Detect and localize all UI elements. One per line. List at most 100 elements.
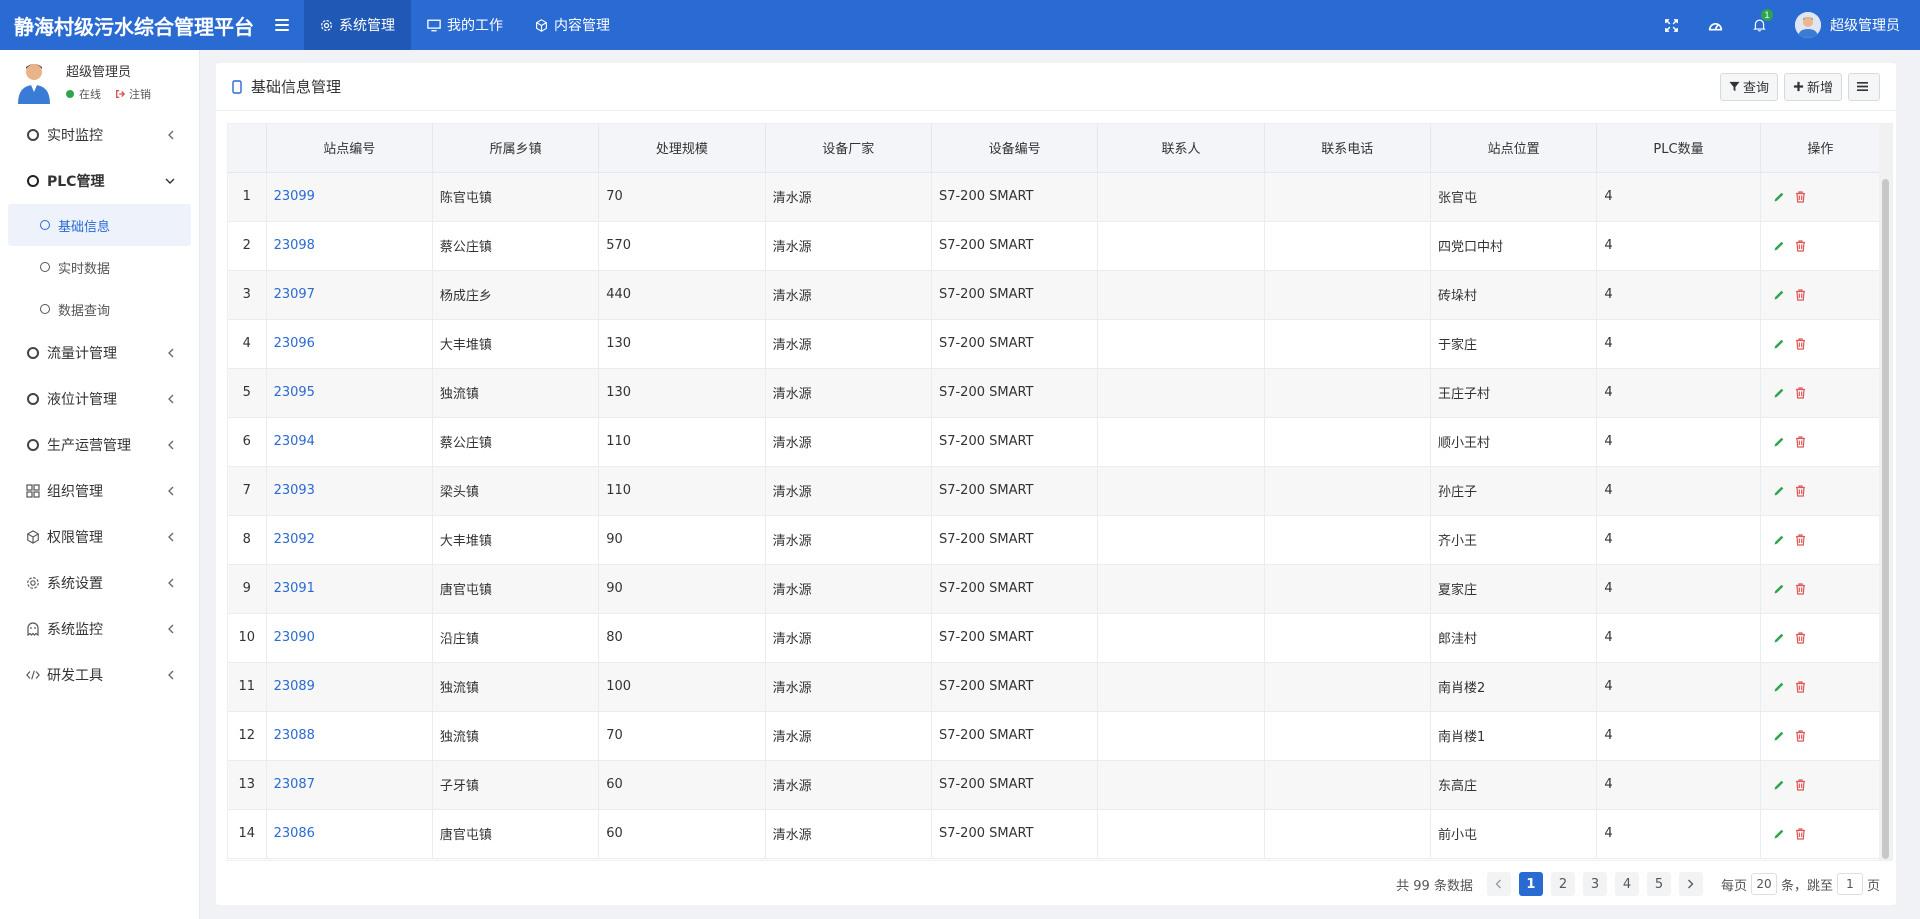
station-code-cell[interactable]: 23092 — [266, 515, 433, 565]
station-code-cell[interactable]: 23086 — [266, 809, 433, 859]
delete-icon[interactable] — [1793, 385, 1809, 401]
notification-button[interactable]: 1 — [1737, 0, 1781, 50]
page-button[interactable]: 4 — [1614, 872, 1639, 896]
sidebar-item-realtime-monitor[interactable]: 实时监控 — [0, 112, 199, 158]
edit-icon[interactable] — [1771, 336, 1787, 352]
columns-menu-button[interactable] — [1848, 72, 1880, 101]
station-code-cell[interactable]: 23096 — [266, 319, 433, 369]
delete-icon[interactable] — [1793, 826, 1809, 842]
delete-icon[interactable] — [1793, 287, 1809, 303]
table-row[interactable]: 6 23094 蔡公庄镇 110 清水源 S7-200 SMART 顺小王村 4 — [228, 417, 1882, 467]
sidebar-item-permissions[interactable]: 权限管理 — [0, 514, 199, 560]
sidebar-subitem-realtime-data[interactable]: 实时数据 — [8, 246, 191, 288]
vertical-scrollbar[interactable] — [1879, 124, 1892, 860]
delete-icon[interactable] — [1793, 532, 1809, 548]
add-button[interactable]: 新增 — [1783, 72, 1842, 101]
table-row[interactable]: 7 23093 梁头镇 110 清水源 S7-200 SMART 孙庄子 4 — [228, 466, 1882, 516]
edit-icon[interactable] — [1771, 189, 1787, 205]
edit-icon[interactable] — [1771, 483, 1787, 499]
station-code-cell[interactable]: 23087 — [266, 760, 433, 810]
jump-page-input[interactable] — [1836, 873, 1863, 895]
delete-icon[interactable] — [1793, 679, 1809, 695]
delete-icon[interactable] — [1793, 483, 1809, 499]
edit-icon[interactable] — [1771, 728, 1787, 744]
station-code-cell[interactable]: 23088 — [266, 711, 433, 761]
user-menu[interactable]: 超级管理员 — [1795, 12, 1900, 38]
fullscreen-button[interactable] — [1649, 0, 1693, 50]
table-row[interactable]: 9 23091 唐官屯镇 90 清水源 S7-200 SMART 夏家庄 4 — [228, 564, 1882, 614]
delete-icon[interactable] — [1793, 434, 1809, 450]
circle-icon — [26, 346, 40, 360]
table-row[interactable]: 14 23086 唐官屯镇 60 清水源 S7-200 SMART 前小屯 4 — [228, 809, 1882, 859]
sidebar-item-dev-tools[interactable]: 研发工具 — [0, 652, 199, 698]
station-code-cell[interactable]: 23095 — [266, 368, 433, 418]
table-row[interactable]: 4 23096 大丰堆镇 130 清水源 S7-200 SMART 于家庄 4 — [228, 319, 1882, 369]
station-code-cell[interactable]: 23090 — [266, 613, 433, 663]
edit-icon[interactable] — [1771, 434, 1787, 450]
table-row[interactable]: 10 23090 沿庄镇 80 清水源 S7-200 SMART 郎洼村 4 — [228, 613, 1882, 663]
scrollbar-thumb[interactable] — [1882, 179, 1889, 859]
edit-icon[interactable] — [1771, 679, 1787, 695]
station-code-cell[interactable]: 23097 — [266, 270, 433, 320]
edit-icon[interactable] — [1771, 630, 1787, 646]
page-button[interactable]: 1 — [1518, 872, 1543, 896]
sidebar: 超级管理员 在线 注销 实时监控 PLC管理 基础信息 实时数据 数据查询 流量… — [0, 50, 200, 919]
topnav-item-mywork[interactable]: 我的工作 — [411, 0, 519, 50]
delete-icon[interactable] — [1793, 777, 1809, 793]
query-button[interactable]: 查询 — [1719, 72, 1778, 101]
delete-icon[interactable] — [1793, 630, 1809, 646]
station-code-cell[interactable]: 23094 — [266, 417, 433, 467]
delete-icon[interactable] — [1793, 238, 1809, 254]
delete-icon[interactable] — [1793, 581, 1809, 597]
dashboard-button[interactable] — [1693, 0, 1737, 50]
sidebar-item-plc[interactable]: PLC管理 — [0, 158, 199, 204]
cube-icon — [536, 18, 547, 32]
prev-page-button[interactable] — [1486, 872, 1511, 896]
chevron-left-icon — [168, 130, 174, 140]
sidebar-item-system-monitor[interactable]: 系统监控 — [0, 606, 199, 652]
device-model-cell: S7-200 SMART — [931, 564, 1099, 614]
delete-icon[interactable] — [1793, 336, 1809, 352]
topnav-item-system[interactable]: 系统管理 — [304, 0, 411, 50]
sidebar-subitem-data-query[interactable]: 数据查询 — [8, 288, 191, 330]
edit-icon[interactable] — [1771, 287, 1787, 303]
capacity-cell: 110 — [598, 466, 766, 516]
next-page-button[interactable] — [1678, 872, 1703, 896]
table-row[interactable]: 8 23092 大丰堆镇 90 清水源 S7-200 SMART 齐小王 4 — [228, 515, 1882, 565]
table-row[interactable]: 5 23095 独流镇 130 清水源 S7-200 SMART 王庄子村 4 — [228, 368, 1882, 418]
edit-icon[interactable] — [1771, 581, 1787, 597]
edit-icon[interactable] — [1771, 385, 1787, 401]
table-row[interactable]: 13 23087 子牙镇 60 清水源 S7-200 SMART 东高庄 4 — [228, 760, 1882, 810]
table-row[interactable]: 12 23088 独流镇 70 清水源 S7-200 SMART 南肖楼1 4 — [228, 711, 1882, 761]
sidebar-item-flowmeter[interactable]: 流量计管理 — [0, 330, 199, 376]
edit-icon[interactable] — [1771, 238, 1787, 254]
station-code-cell[interactable]: 23098 — [266, 221, 433, 271]
station-code-cell[interactable]: 23093 — [266, 466, 433, 516]
edit-icon[interactable] — [1771, 532, 1787, 548]
table-row[interactable]: 11 23089 独流镇 100 清水源 S7-200 SMART 南肖楼2 4 — [228, 662, 1882, 712]
sidebar-item-settings[interactable]: 系统设置 — [0, 560, 199, 606]
table-row[interactable]: 3 23097 杨成庄乡 440 清水源 S7-200 SMART 砖垛村 4 — [228, 270, 1882, 320]
edit-icon[interactable] — [1771, 826, 1787, 842]
sidebar-subitem-basic-info[interactable]: 基础信息 — [8, 204, 191, 246]
table-row[interactable]: 1 23099 陈官屯镇 70 清水源 S7-200 SMART 张官屯 4 — [228, 172, 1882, 222]
sidebar-item-organization[interactable]: 组织管理 — [0, 468, 199, 514]
page-button[interactable]: 3 — [1582, 872, 1607, 896]
station-code-cell[interactable]: 23099 — [266, 172, 433, 222]
per-page-input[interactable] — [1750, 873, 1777, 895]
menu-toggle-button[interactable] — [262, 0, 302, 50]
table-row[interactable]: 2 23098 蔡公庄镇 570 清水源 S7-200 SMART 四党口中村 4 — [228, 221, 1882, 271]
station-code-cell[interactable]: 23091 — [266, 564, 433, 614]
sidebar-item-operations[interactable]: 生产运营管理 — [0, 422, 199, 468]
delete-icon[interactable] — [1793, 728, 1809, 744]
delete-icon[interactable] — [1793, 189, 1809, 205]
sidebar-item-levelmeter[interactable]: 液位计管理 — [0, 376, 199, 422]
page-button[interactable]: 5 — [1646, 872, 1671, 896]
actions-cell — [1760, 319, 1882, 369]
topnav-item-content[interactable]: 内容管理 — [519, 0, 626, 50]
page-button[interactable]: 2 — [1550, 872, 1575, 896]
logout-link[interactable]: 注销 — [129, 86, 151, 102]
edit-icon[interactable] — [1771, 777, 1787, 793]
station-code-cell[interactable]: 23089 — [266, 662, 433, 712]
contact-phone-cell — [1264, 319, 1431, 369]
